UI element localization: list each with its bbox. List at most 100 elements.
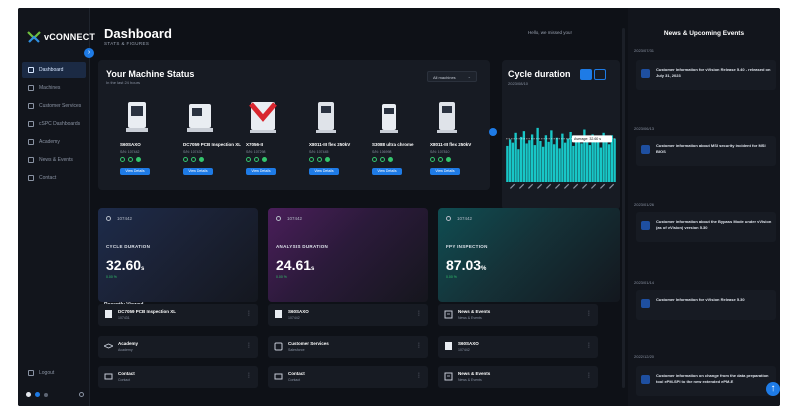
kpi-value: 87.03% [446,257,486,273]
more-icon[interactable]: ⋮ [246,372,252,379]
gear-icon[interactable] [79,392,84,397]
cycle-bar [506,145,509,182]
news-item[interactable]: Customer Information for vVision Release… [636,60,776,90]
cycle-bar [599,147,603,182]
machine-image [187,104,213,132]
machine-icon [105,310,112,318]
recent-item-sub: 107431 [118,316,130,320]
view-details-button[interactable]: View Details [120,168,150,175]
machine-status-icons [430,157,451,162]
status-ok-icon [430,157,435,162]
status-ok-icon [246,157,251,162]
sidebar-item-label: Machines [39,85,61,91]
recent-item-sub: News & Events [458,378,482,382]
sidebar-item-academy[interactable]: Academy [22,134,86,150]
news-item[interactable]: Customer information about the Bypass Mo… [636,212,776,242]
main-scrollbar[interactable] [622,28,625,388]
machine-name: S3088 ultra chrome [372,142,414,147]
recent-item-sub: Academy [118,348,133,352]
average-label: Average: 32.60 s [574,137,601,141]
cycle-bar [552,144,556,182]
carousel-next-button[interactable] [489,128,497,136]
status-ok-icon [309,157,314,162]
cycle-bar [533,145,537,182]
kpi-search[interactable]: 107442 [276,216,302,221]
x-tick-mark [609,183,615,189]
scroll-up-button[interactable]: ↑ [766,382,780,396]
view-details-button[interactable]: View Details [183,168,213,175]
theme-dark-toggle[interactable] [35,392,40,397]
more-icon[interactable]: ⋮ [416,310,422,317]
view-details-button[interactable]: View Details [430,168,460,175]
news-date: 2022/12/20 [634,354,655,359]
sidebar-collapse-button[interactable]: › [84,48,94,58]
sidebar-item-label: cSPC Dashboards [39,121,81,127]
view-details-button[interactable]: View Details [309,168,339,175]
sidebar-item-customer-services[interactable]: Customer Services [22,98,86,114]
recent-item-sub: Contact [288,378,301,382]
more-icon[interactable]: ⋮ [416,342,422,349]
logout-button[interactable]: Logout [28,370,54,376]
cycle-bar [544,135,548,182]
page-subtitle: STATS & FIGURES [104,41,150,46]
news-text: Customer information about the Bypass Mo… [656,219,772,230]
machine-name: X8011-III flex 250kV [430,142,472,147]
more-icon[interactable]: ⋮ [586,372,592,379]
status-sync-icon [380,157,385,162]
cycle-duration-chart: Average: 32.60 s [506,127,616,189]
page-title: Dashboard [104,26,172,41]
grid-icon [28,67,34,73]
status-sync-icon [191,157,196,162]
logo[interactable]: vCONNECT [27,30,95,44]
cycle-bar [613,138,616,182]
kpi-number: 32.60 [106,257,142,273]
machine-card: X7056-II S/N: 107298 View Details [244,98,304,186]
bar-view-toggle[interactable] [580,69,592,80]
recent-item[interactable]: News & Events News & Events ⋮ [438,304,598,326]
x-tick-mark [546,183,552,189]
x-tick-mark [528,183,534,189]
news-panel: News & Upcoming Events 2023/07/31 Custom… [628,8,780,406]
recent-item[interactable]: Contact Contact ⋮ [268,366,428,388]
sidebar-item-dashboard[interactable]: Dashboard [22,62,86,78]
chart-icon [28,121,34,127]
sidebar-item-news-events[interactable]: News & Events [22,152,86,168]
recent-item[interactable]: Contact Contact ⋮ [98,366,258,388]
recent-item[interactable]: S60SAXO 107442 ⋮ [438,336,598,358]
machine-filter-select[interactable]: All machines ⌄ [427,71,477,82]
cycle-bar [572,145,575,182]
more-icon[interactable]: ⋮ [246,342,252,349]
kpi-search[interactable]: 107442 [106,216,132,221]
news-item[interactable]: Customer information on change from the … [636,366,776,396]
news-item[interactable]: Customer Information for vVision Release… [636,290,776,320]
app-window: vCONNECT › Dashboard Machines Customer S… [18,8,780,406]
x-tick-mark [573,183,579,189]
academy-icon [28,139,34,145]
kpi-card-fpy: 107442 FPY INSPECTION 87.03% 0.00 % [438,208,620,302]
line-view-toggle[interactable] [594,69,606,80]
more-icon[interactable]: ⋮ [246,310,252,317]
view-details-button[interactable]: View Details [372,168,402,175]
view-details-button[interactable]: View Details [246,168,276,175]
more-icon[interactable]: ⋮ [586,342,592,349]
greeting-text: Hello, we missed you! [528,30,572,35]
more-icon[interactable]: ⋮ [586,310,592,317]
cycle-bar [547,141,550,182]
cycle-bar [525,143,528,182]
recent-item[interactable]: News & Events News & Events ⋮ [438,366,598,388]
recent-item[interactable]: Customer Services Salesforce ⋮ [268,336,428,358]
sidebar-item-machines[interactable]: Machines [22,80,86,96]
kpi-search[interactable]: 107442 [446,216,472,221]
service-icon [274,342,283,351]
recent-item[interactable]: DC7059 PCB Inspection XL 107431 ⋮ [98,304,258,326]
language-toggle[interactable] [44,392,48,397]
more-icon[interactable]: ⋮ [416,372,422,379]
recent-item[interactable]: Academy Academy ⋮ [98,336,258,358]
sidebar-item-contact[interactable]: Contact [22,170,86,186]
news-item[interactable]: Customer information about MSI security … [636,136,776,166]
recent-item[interactable]: S60SAXO 107442 ⋮ [268,304,428,326]
news-icon [641,299,650,308]
sidebar-item-cspc-dashboards[interactable]: cSPC Dashboards [22,116,86,132]
theme-light-toggle[interactable] [26,392,31,397]
status-ok-icon [183,157,188,162]
